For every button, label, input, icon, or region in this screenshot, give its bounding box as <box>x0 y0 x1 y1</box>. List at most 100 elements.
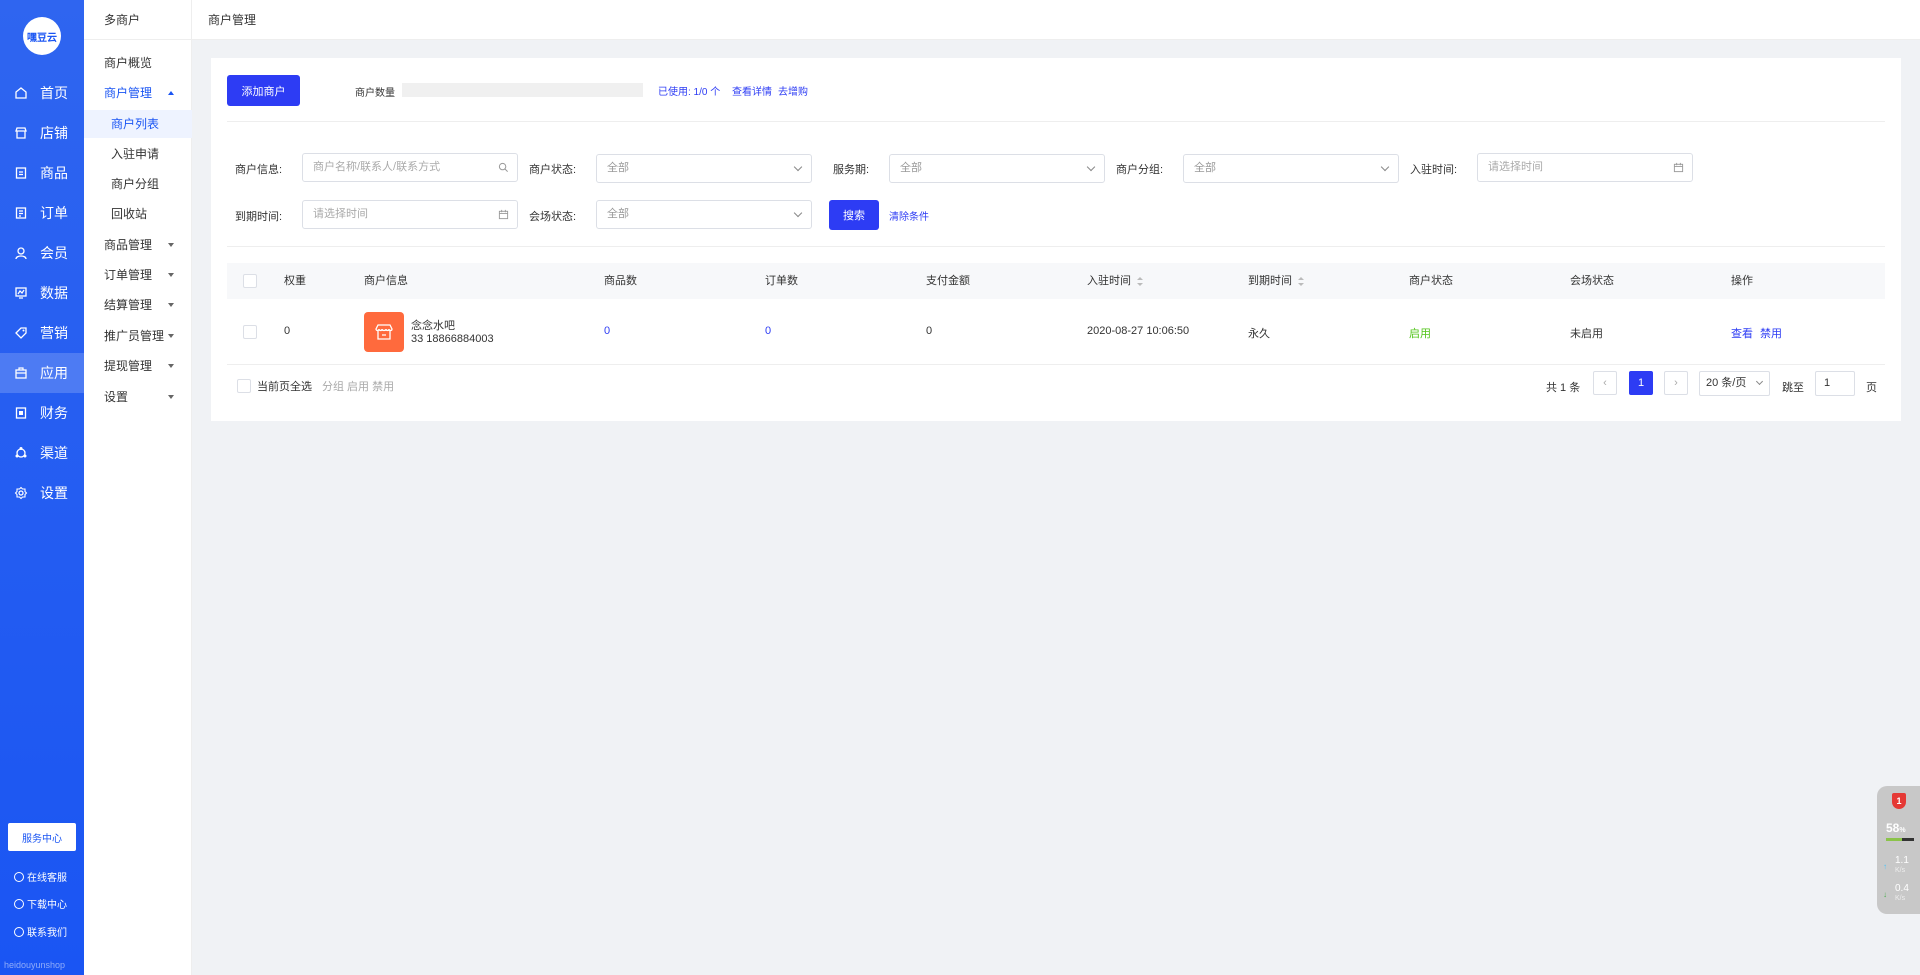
col-join-time[interactable]: 入驻时间 <box>1087 263 1143 299</box>
nav-label: 财务 <box>40 405 68 421</box>
sub-item-goods-mgmt[interactable]: 商品管理 <box>84 231 192 259</box>
sub-item-label: 提现管理 <box>104 359 153 373</box>
select-all-checkbox[interactable] <box>243 274 257 288</box>
store-icon <box>14 126 28 140</box>
sort-icon[interactable] <box>1137 276 1143 286</box>
merchant-status-select[interactable]: 全部 <box>596 154 812 183</box>
sub-item-withdraw-mgmt[interactable]: 提现管理 <box>84 352 192 380</box>
nav-item-store[interactable]: 店铺 <box>0 113 84 153</box>
pager-total: 共 1 条 <box>1546 382 1581 394</box>
sub-item-merchant-mgmt[interactable]: 商户管理 <box>84 79 192 107</box>
nav-label: 营销 <box>40 325 68 341</box>
merchant-status-label: 商户状态: <box>529 164 577 176</box>
download-unit: K/s <box>1895 895 1906 902</box>
merchant-info-input[interactable]: 商户名称/联系人/联系方式 <box>302 153 518 182</box>
cell-merchant-name: 念念水吧 <box>411 320 455 332</box>
download-value: 0.4 <box>1895 883 1909 894</box>
page-unit-label: 页 <box>1866 382 1877 394</box>
merchant-group-label: 商户分组: <box>1116 164 1164 176</box>
col-action: 操作 <box>1731 275 1753 287</box>
nav-label: 渠道 <box>40 445 68 461</box>
usage-progress-bar <box>402 83 643 97</box>
sub-sidebar: 多商户 商户概览 商户管理 商户列表 入驻申请 商户分组 回收站 商品管理 订单… <box>84 0 192 975</box>
sub-item-promoter-mgmt[interactable]: 推广员管理 <box>84 322 192 350</box>
chevron-down-icon <box>1086 162 1096 172</box>
foot-link-label: 下载中心 <box>27 900 67 911</box>
sub-child-group[interactable]: 商户分组 <box>84 170 192 198</box>
venue-status-select[interactable]: 全部 <box>596 200 812 229</box>
select-value: 全部 <box>1194 162 1216 174</box>
nav-item-order[interactable]: 订单 <box>0 193 84 233</box>
sub-item-label: 结算管理 <box>104 298 153 312</box>
service-center-button[interactable]: 服务中心 <box>8 823 76 851</box>
chevron-down-icon <box>1380 162 1390 172</box>
cell-goods-count[interactable]: 0 <box>604 325 610 337</box>
expand-link[interactable]: 去增购 <box>778 83 808 98</box>
sub-child-merchant-list[interactable]: 商户列表 <box>84 110 192 138</box>
nav-item-data[interactable]: 数据 <box>0 273 84 313</box>
chevron-right-icon: › <box>1674 377 1678 389</box>
main-sidebar: 嘿豆云 首页 店铺 商品 订单 会员 数据 营销 应用 财务 渠道 设置 服务中… <box>0 0 84 975</box>
clear-filters-link[interactable]: 清除条件 <box>889 208 929 223</box>
brand-logo[interactable]: 嘿豆云 <box>23 17 61 55</box>
page-select-all-checkbox[interactable] <box>237 379 251 393</box>
nav-item-channel[interactable]: 渠道 <box>0 433 84 473</box>
disable-button[interactable]: 禁用 <box>1760 325 1782 341</box>
upload-speed: 1.1 K/s <box>1895 856 1909 876</box>
page-size-select[interactable]: 20 条/页 <box>1699 371 1770 396</box>
channel-icon <box>14 446 28 460</box>
caret-down-icon <box>168 303 174 307</box>
divider <box>227 121 1885 122</box>
search-button[interactable]: 搜索 <box>829 200 879 230</box>
sub-child-apply[interactable]: 入驻申请 <box>84 140 192 168</box>
sub-item-label: 订单管理 <box>104 268 153 282</box>
nav-item-app[interactable]: 应用 <box>0 353 84 393</box>
view-detail-link[interactable]: 查看详情 <box>732 83 772 98</box>
page-select-all-label: 当前页全选 <box>257 381 312 393</box>
sub-child-recycle[interactable]: 回收站 <box>84 200 192 228</box>
memory-bar-fill <box>1886 838 1902 841</box>
sub-item-settle-mgmt[interactable]: 结算管理 <box>84 291 192 319</box>
cell-paid-amount: 0 <box>926 325 933 337</box>
contact-us-link[interactable]: 联系我们 <box>14 924 67 939</box>
add-merchant-button[interactable]: 添加商户 <box>227 75 300 106</box>
prev-page-button[interactable]: ‹ <box>1593 371 1617 395</box>
caret-down-icon <box>168 395 174 399</box>
sort-icon[interactable] <box>1298 276 1304 286</box>
nav-label: 会员 <box>40 245 68 261</box>
app-icon <box>14 366 28 380</box>
gear-icon <box>14 486 28 500</box>
nav-item-marketing[interactable]: 营销 <box>0 313 84 353</box>
expire-time-picker[interactable]: 请选择时间 <box>302 200 518 229</box>
merchant-group-select[interactable]: 全部 <box>1183 154 1399 183</box>
order-icon <box>14 206 28 220</box>
col-info: 商户信息 <box>364 275 408 287</box>
nav-item-settings[interactable]: 设置 <box>0 473 84 513</box>
service-period-select[interactable]: 全部 <box>889 154 1105 183</box>
next-page-button[interactable]: › <box>1664 371 1688 395</box>
col-label: 入驻时间 <box>1087 275 1131 287</box>
page-1-button[interactable]: 1 <box>1629 371 1653 395</box>
sub-item-order-mgmt[interactable]: 订单管理 <box>84 261 192 289</box>
online-support-link[interactable]: 在线客服 <box>14 869 67 884</box>
table-header: 权重 商户信息 商品数 订单数 支付金额 入驻时间 到期时间 商户状态 会场状态… <box>227 263 1885 299</box>
jump-page-input[interactable]: 1 <box>1815 371 1855 396</box>
col-weight: 权重 <box>284 275 306 287</box>
sub-item-settings[interactable]: 设置 <box>84 383 192 411</box>
upload-arrow-icon: ↑ <box>1883 862 1887 871</box>
cell-weight: 0 <box>284 325 291 337</box>
nav-item-goods[interactable]: 商品 <box>0 153 84 193</box>
download-center-link[interactable]: 下载中心 <box>14 896 67 911</box>
nav-item-home[interactable]: 首页 <box>0 73 84 113</box>
support-icon <box>14 871 24 882</box>
join-time-picker[interactable]: 请选择时间 <box>1477 153 1693 182</box>
view-button[interactable]: 查看 <box>1731 325 1753 341</box>
sub-item-overview[interactable]: 商户概览 <box>84 49 192 77</box>
nav-item-finance[interactable]: 财务 <box>0 393 84 433</box>
batch-actions: 分组 启用 禁用 <box>322 381 395 393</box>
nav-item-member[interactable]: 会员 <box>0 233 84 273</box>
network-speed-widget[interactable]: 1 58% ↑ 1.1 K/s ↓ 0.4 K/s <box>1877 786 1920 914</box>
row-checkbox[interactable] <box>243 325 257 339</box>
cell-order-count[interactable]: 0 <box>765 325 771 337</box>
col-expire-time[interactable]: 到期时间 <box>1248 263 1304 299</box>
